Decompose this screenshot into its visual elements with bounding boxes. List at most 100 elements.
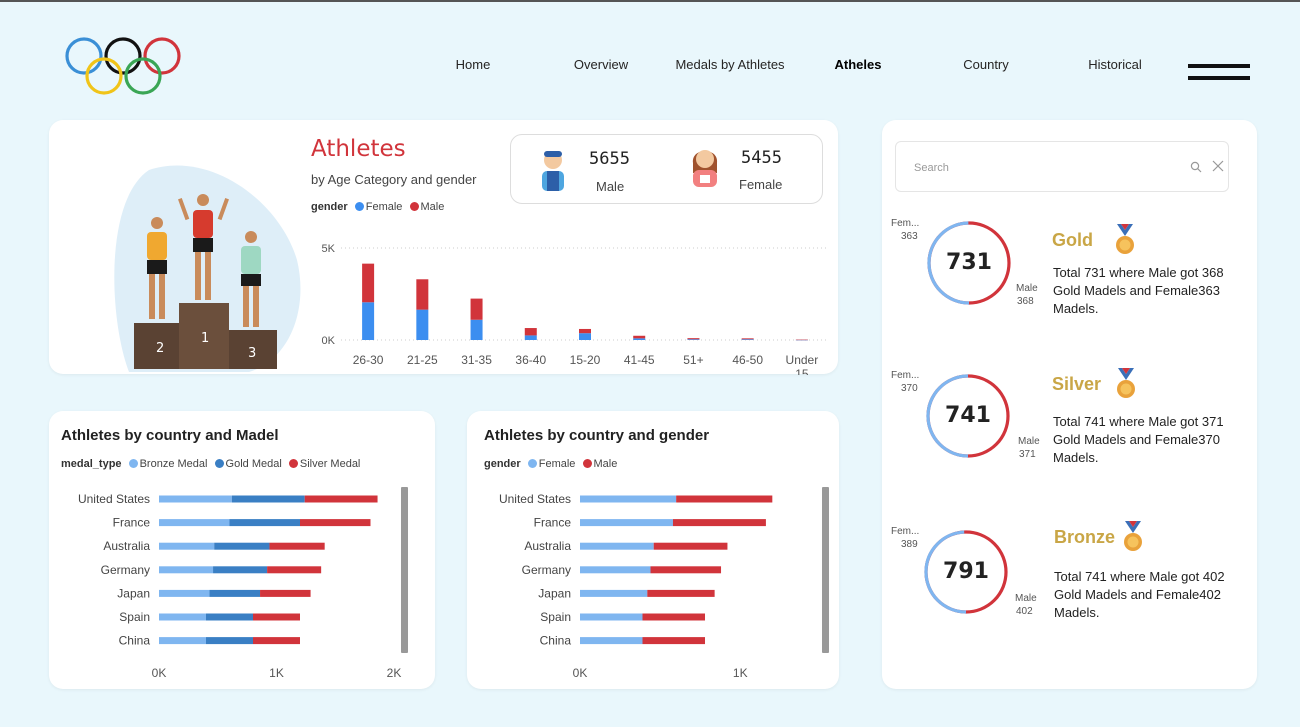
y-tick-label: 0K bbox=[322, 335, 336, 347]
bar-male bbox=[579, 328, 591, 334]
gold-medal-icon bbox=[1116, 224, 1134, 254]
bar-gold-medal bbox=[214, 542, 270, 550]
bar-gold-medal bbox=[213, 566, 268, 574]
bar-bronze-medal bbox=[159, 613, 206, 621]
female-label: Fem... bbox=[891, 370, 920, 381]
legend-silver: Silver Medal bbox=[299, 458, 361, 470]
bar-male bbox=[650, 566, 722, 574]
podium-illustration: 2 1 3 bbox=[114, 165, 301, 372]
legend-title: gender bbox=[311, 201, 348, 213]
nav-atheles[interactable]: Atheles bbox=[835, 57, 882, 72]
bar-male bbox=[647, 589, 715, 597]
legend-title: gender bbox=[484, 458, 521, 470]
bar-gold-medal bbox=[229, 519, 300, 527]
age-category-chart: 0K 5K 26-30 21-25 31-35 36-40 15-20 41-45 51+ 46-… bbox=[322, 243, 829, 375]
search-icon[interactable] bbox=[1190, 161, 1202, 173]
bar-female bbox=[580, 495, 677, 503]
female-value: 389 bbox=[901, 539, 918, 550]
x-tick-label: 1K bbox=[269, 666, 284, 680]
silver-medal-icon bbox=[1117, 368, 1135, 398]
menu-icon[interactable] bbox=[1188, 64, 1250, 84]
male-value: 402 bbox=[1016, 606, 1033, 617]
y-tick-label: France bbox=[534, 516, 572, 530]
country-gender-chart: United States France Australia Germany Japan… bbox=[499, 492, 773, 680]
bar-gold-medal bbox=[231, 495, 305, 503]
search-input[interactable]: Search bbox=[914, 162, 949, 174]
bar-silver-medal bbox=[260, 589, 311, 597]
bar-male bbox=[653, 542, 728, 550]
legend-title: medal_type bbox=[61, 458, 122, 470]
legend-female: Female bbox=[365, 201, 403, 213]
bar-male bbox=[470, 298, 483, 320]
female-value: 363 bbox=[901, 231, 918, 242]
bar-female bbox=[580, 637, 643, 645]
scrollbar[interactable] bbox=[401, 487, 408, 653]
medal-block-gold: Fem... 363 731 Male 368 Gold Total 731 w… bbox=[882, 214, 1257, 324]
bar-bronze-medal bbox=[159, 566, 214, 574]
country-gender-card: Athletes by country and gender gender Fe… bbox=[467, 411, 839, 689]
x-tick-label: 2K bbox=[387, 666, 402, 680]
bar-bronze-medal bbox=[159, 589, 210, 597]
bar-bronze-medal bbox=[159, 495, 232, 503]
bar-female bbox=[416, 309, 429, 340]
y-tick-label: China bbox=[119, 634, 151, 648]
male-label: Male bbox=[1015, 593, 1037, 604]
x-tick-label: 46-50 bbox=[732, 353, 763, 367]
bar-bronze-medal bbox=[159, 519, 230, 527]
country-gender-legend: gender Female Male bbox=[484, 458, 617, 470]
bar-male bbox=[795, 339, 808, 341]
nav-country[interactable]: Country bbox=[963, 57, 1009, 72]
olympic-rings-logo bbox=[65, 37, 181, 95]
x-tick-label: Under bbox=[786, 353, 819, 367]
medal-block-silver: Fem... 370 741 Male 371 Silver Total 741… bbox=[882, 368, 1257, 478]
nav-historical[interactable]: Historical bbox=[1088, 57, 1141, 72]
gender-legend: gender Female Male bbox=[311, 201, 444, 213]
gold-description: Total 731 where Male got 368 Gold Madels… bbox=[1053, 265, 1224, 316]
gold-title: Gold bbox=[1052, 230, 1093, 250]
y-tick-label: Japan bbox=[117, 586, 150, 600]
bar-silver-medal bbox=[300, 519, 371, 527]
y-tick-label: Spain bbox=[119, 610, 150, 624]
legend-gold: Gold Medal bbox=[225, 458, 282, 470]
y-tick-label: Germany bbox=[101, 563, 150, 577]
female-value: 370 bbox=[901, 383, 918, 394]
female-label: Fem... bbox=[891, 526, 920, 537]
y-tick-label: Japan bbox=[538, 586, 571, 600]
x-tick-label: 26-30 bbox=[353, 353, 384, 367]
athletes-card: 2 1 3 Athletes by Age Category and gende… bbox=[49, 120, 838, 375]
country-gender-title: Athletes by country and gender bbox=[484, 427, 710, 444]
bar-silver-medal bbox=[304, 495, 378, 503]
medal-block-bronze: Fem... 389 791 Male 402 Bronze Total 741… bbox=[882, 521, 1257, 643]
bronze-title: Bronze bbox=[1054, 527, 1116, 547]
legend-bronze: Bronze Medal bbox=[139, 458, 208, 470]
bar-silver-medal bbox=[253, 637, 300, 645]
x-tick-label: 15-20 bbox=[570, 353, 601, 367]
bar-gold-medal bbox=[209, 589, 261, 597]
male-value: 371 bbox=[1019, 449, 1036, 460]
x-tick-label: 0K bbox=[152, 666, 167, 680]
female-dot-icon bbox=[527, 459, 537, 468]
x-tick-label: 51+ bbox=[683, 353, 703, 367]
bar-female bbox=[580, 589, 648, 597]
y-tick-label: Australia bbox=[103, 539, 150, 553]
y-tick-label: Spain bbox=[540, 610, 571, 624]
bar-bronze-medal bbox=[159, 637, 206, 645]
bar-female bbox=[741, 339, 754, 340]
x-tick-label: 1K bbox=[733, 666, 748, 680]
nav-overview[interactable]: Overview bbox=[574, 57, 628, 72]
female-count: 5455 bbox=[741, 148, 782, 168]
male-count: 5655 bbox=[589, 149, 630, 169]
bronze-total: 791 bbox=[943, 559, 989, 584]
bar-gold-medal bbox=[206, 613, 253, 621]
legend-male: Male bbox=[593, 458, 618, 470]
nav-medals-by-athletes[interactable]: Medals by Athletes bbox=[675, 57, 784, 72]
clear-icon[interactable] bbox=[1212, 160, 1224, 172]
gold-total: 731 bbox=[946, 250, 992, 275]
bar-silver-medal bbox=[269, 542, 325, 550]
y-tick-label: France bbox=[113, 516, 151, 530]
nav-home[interactable]: Home bbox=[456, 57, 491, 72]
x-tick-label: 15 bbox=[795, 367, 809, 375]
search-box[interactable]: Search bbox=[895, 141, 1229, 192]
bar-male bbox=[416, 279, 429, 310]
scrollbar[interactable] bbox=[822, 487, 829, 653]
